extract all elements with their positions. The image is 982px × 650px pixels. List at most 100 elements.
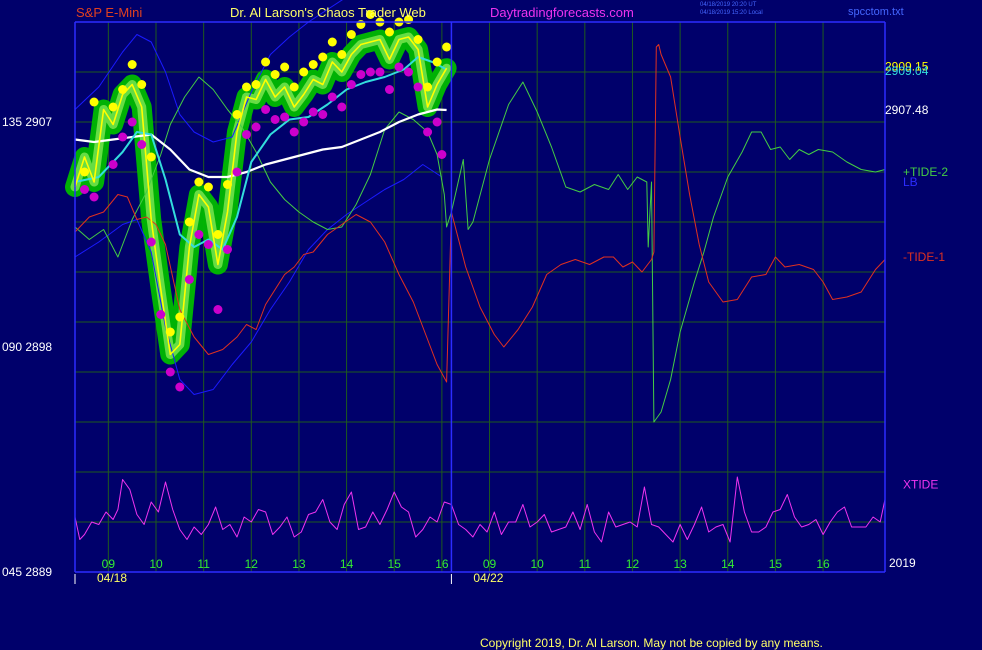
low-dot (108, 160, 118, 169)
x-tick-label: 16 (435, 557, 449, 571)
low-dot (413, 82, 423, 92)
site-title: Dr. Al Larson's Chaos Trader Web (230, 5, 426, 20)
low-dot (127, 117, 137, 127)
series-label: LB (903, 175, 918, 189)
high-dot (213, 230, 223, 239)
x-tick-label: 12 (626, 557, 640, 571)
low-dot (213, 305, 223, 314)
low-dot (203, 240, 213, 249)
copyright-notice: Copyright 2019, Dr. Al Larson. May not b… (480, 636, 823, 650)
low-dot (194, 230, 204, 239)
low-dot (137, 140, 147, 149)
x-tick-label: 10 (149, 557, 163, 571)
chart-canvas: 045 2889 090 2898 135 2907 09 10 11 12 13 14 15 16… (0, 0, 982, 650)
high-dot (146, 152, 156, 162)
high-dot (318, 52, 328, 62)
source-file: spcctom.txt (848, 6, 904, 18)
date-label: 04/22 (473, 571, 503, 585)
timestamp-local: 04/18/2019 15:20 Local (700, 10, 763, 16)
high-dot (384, 27, 394, 37)
series-label: -TIDE-1 (903, 250, 945, 264)
high-dot (289, 82, 299, 92)
low-dot (346, 80, 356, 89)
low-dot (184, 275, 194, 284)
site-url[interactable]: Daytradingforecasts.com (490, 5, 634, 20)
date-label: 04/18 (97, 571, 127, 585)
high-dot (127, 60, 137, 69)
x-tick-label: 11 (197, 557, 210, 571)
last-value-label: 2907.48 (885, 103, 929, 117)
high-dot (165, 327, 175, 337)
x-tick-label: 10 (530, 557, 544, 571)
high-dot (270, 70, 280, 79)
low-dot (175, 382, 185, 392)
x-tick-label: 15 (769, 557, 783, 571)
x-tick-label: 11 (579, 557, 592, 571)
low-dot (89, 192, 99, 202)
low-dot (280, 112, 290, 122)
high-dot (346, 30, 356, 39)
high-dot (175, 312, 185, 322)
low-dot (118, 132, 128, 142)
low-dot (289, 127, 299, 137)
x-tick-label: 12 (245, 557, 259, 571)
x-tick-label: 09 (102, 557, 116, 571)
high-dot (242, 82, 252, 92)
timestamp-utc: 04/18/2019 20:20 UT (700, 2, 757, 8)
high-dot (442, 42, 452, 52)
x-tick-label: 14 (340, 557, 354, 571)
low-dot (242, 130, 252, 139)
high-dot (432, 57, 442, 67)
x-tick-label: 14 (721, 557, 735, 571)
low-dot (261, 105, 271, 114)
high-dot (413, 35, 423, 44)
high-dot (308, 60, 318, 69)
low-dot (156, 310, 166, 319)
low-dot (80, 185, 90, 194)
low-dot (432, 117, 442, 127)
high-dot (80, 167, 90, 177)
low-dot (394, 62, 404, 72)
high-dot (423, 82, 433, 92)
x-tick-label: 13 (673, 557, 687, 571)
low-dot (423, 127, 433, 137)
low-dot (318, 110, 328, 119)
low-dot (356, 70, 366, 79)
high-dot (261, 57, 271, 67)
low-dot (146, 237, 156, 247)
low-dot (299, 117, 309, 127)
high-dot (203, 182, 213, 192)
high-dot (108, 102, 118, 112)
high-dot (222, 180, 232, 189)
low-dot (165, 367, 175, 377)
low-dot (232, 167, 242, 177)
high-dot (137, 80, 147, 89)
high-dot (232, 110, 242, 119)
series-label: XTIDE (903, 478, 938, 492)
low-dot (437, 150, 447, 159)
x-tick-label: 13 (292, 557, 306, 571)
instrument-title: S&P E-Mini (76, 5, 142, 20)
high-dot (299, 67, 309, 77)
low-dot (365, 67, 375, 77)
high-dot (118, 85, 128, 94)
y-tick-label: 135 2907 (2, 115, 52, 129)
low-dot (270, 115, 280, 124)
high-dot (194, 177, 204, 187)
year-label: 2019 (889, 556, 916, 570)
y-tick-label: 045 2889 (2, 565, 52, 579)
low-dot (251, 122, 261, 132)
x-tick-label: 16 (816, 557, 830, 571)
x-tick-label: 15 (388, 557, 402, 571)
high-dot (327, 37, 337, 47)
high-dot (89, 97, 99, 107)
low-dot (404, 67, 414, 77)
high-dot (280, 62, 290, 72)
low-dot (308, 107, 318, 117)
low-dot (222, 245, 232, 254)
x-tick-label: 09 (483, 557, 497, 571)
high-dot (184, 217, 194, 227)
low-dot (337, 102, 347, 112)
low-dot (327, 92, 337, 102)
high-dot (337, 50, 347, 59)
